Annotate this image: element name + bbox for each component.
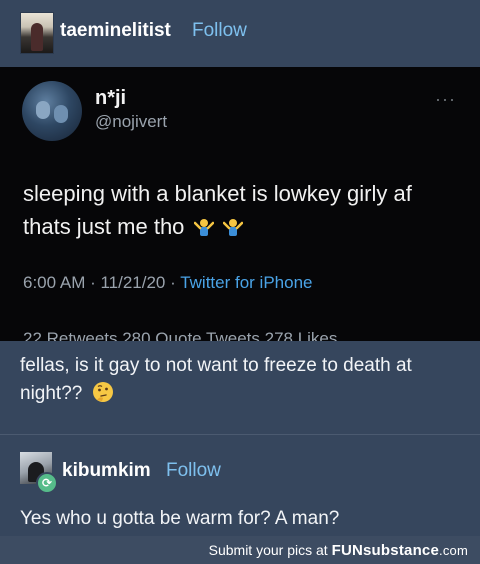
watermark-bar: Submit your pics at FUNsubstance.com: [0, 536, 480, 564]
author-username[interactable]: taeminelitist: [60, 20, 171, 42]
tweet-timestamp: 6:00 AM · 11/21/20 ·: [23, 273, 181, 292]
tweet-source: Twitter for iPhone: [180, 273, 313, 292]
reblog-icon: ⟳: [36, 472, 58, 494]
reblog-text: Yes who u gotta be warm for? A man?: [20, 508, 340, 529]
person-shrugging-icon: [193, 219, 214, 236]
reblogger-username[interactable]: kibumkim: [62, 460, 151, 482]
funsubstance-logo: FUNsubstance.com: [331, 542, 468, 559]
tweet-screenshot: n*ji @nojivert ··· sleeping with a blank…: [0, 67, 480, 341]
follow-button[interactable]: Follow: [192, 20, 247, 42]
tweet-display-name: n*ji: [95, 87, 127, 109]
tweet-text: sleeping with a blanket is lowkey girly …: [23, 177, 463, 243]
tweet-stats: 22 Retweets 280 Quote Tweets 278 Likes: [23, 329, 338, 341]
tweet-avatar: [22, 81, 82, 141]
tweet-meta: 6:00 AM · 11/21/20 · Twitter for iPhone: [23, 273, 312, 293]
post-caption: fellas, is it gay to not want to freeze …: [20, 352, 460, 408]
tweet-body: sleeping with a blanket is lowkey girly …: [23, 181, 412, 239]
watermark: Submit your pics at FUNsubstance.com: [209, 542, 468, 559]
post-header: taeminelitist Follow: [0, 12, 480, 54]
caption-text: fellas, is it gay to not want to freeze …: [20, 355, 412, 404]
author-avatar[interactable]: [20, 12, 54, 54]
person-shrugging-icon: [222, 219, 243, 236]
divider: [0, 434, 480, 435]
tweet-handle: @nojivert: [95, 112, 168, 131]
more-options-icon: ···: [435, 89, 456, 109]
submit-text: Submit your pics at: [208, 542, 328, 558]
reblog-header: ⟳ kibumkim Follow: [0, 452, 480, 494]
thinking-face-icon: [92, 382, 113, 402]
reblog-follow-button[interactable]: Follow: [166, 460, 221, 482]
